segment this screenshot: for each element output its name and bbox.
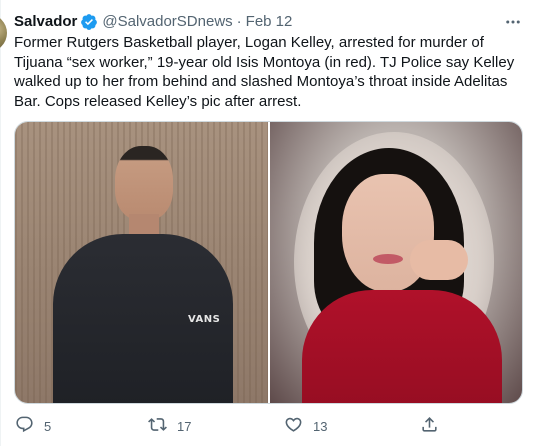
retweet-button[interactable]: 17 — [148, 414, 191, 438]
share-button[interactable] — [420, 414, 449, 438]
heart-icon — [284, 415, 303, 437]
photo-woman-red-top-clothing — [302, 290, 502, 403]
photo-woman-lips — [373, 254, 403, 264]
photo-man-head — [115, 146, 173, 220]
reply-button[interactable]: 5 — [15, 414, 51, 438]
avatar[interactable] — [0, 14, 7, 52]
more-options-icon[interactable] — [501, 12, 525, 32]
retweet-count: 17 — [177, 418, 192, 434]
photo-woman-red-top[interactable] — [270, 122, 522, 403]
separator-dot: · — [236, 13, 242, 30]
photo-man-black-hoodie[interactable]: VANS — [15, 122, 268, 403]
timestamp-link[interactable]: Feb 12 — [246, 12, 293, 32]
retweet-icon — [148, 415, 167, 437]
like-button[interactable]: 13 — [284, 414, 327, 438]
tweet-text: Former Rutgers Basketball player, Logan … — [14, 34, 515, 110]
like-count: 13 — [313, 418, 328, 434]
reply-icon — [15, 415, 34, 437]
tweet-card[interactable]: Salvador @SalvadorSDnews · Feb 12 Former… — [0, 0, 541, 446]
hoodie-logo-text: VANS — [188, 314, 221, 325]
verified-badge-icon — [80, 13, 98, 31]
author-handle[interactable]: @SalvadorSDnews — [102, 12, 232, 32]
tweet-actions: 5 17 13 — [1, 414, 541, 438]
tweet-header: Salvador @SalvadorSDnews · Feb 12 — [14, 12, 292, 32]
reply-count: 5 — [44, 418, 52, 434]
author-name[interactable]: Salvador — [14, 12, 77, 32]
photo-woman-hand — [410, 240, 468, 280]
tweet-media[interactable]: VANS — [14, 121, 523, 404]
share-icon — [420, 415, 439, 437]
